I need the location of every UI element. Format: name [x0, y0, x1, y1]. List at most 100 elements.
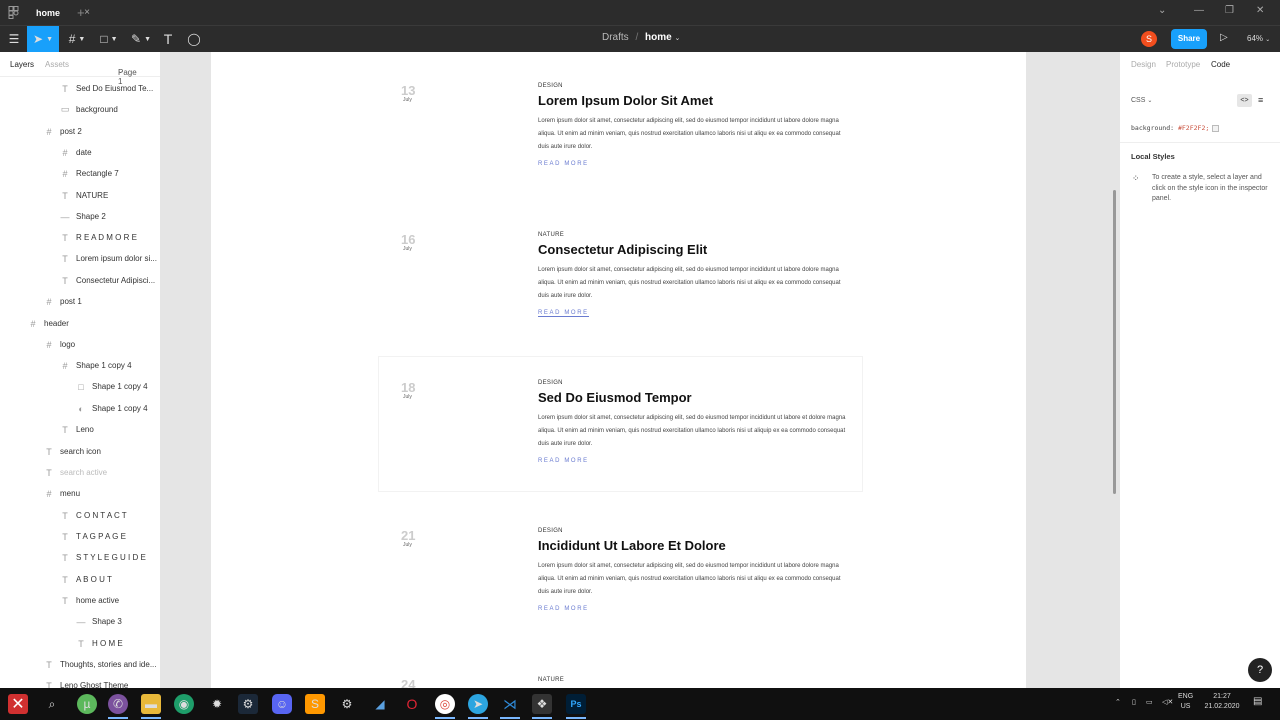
- code-view-icon[interactable]: <>: [1237, 94, 1252, 107]
- file-tab-home[interactable]: home ×: [26, 0, 98, 25]
- network-icon[interactable]: ▭: [1146, 698, 1153, 708]
- volume-muted-icon[interactable]: ◁✕: [1162, 698, 1173, 708]
- restore-icon[interactable]: ❐: [1225, 5, 1234, 16]
- vscode-icon[interactable]: ⋊: [500, 694, 520, 719]
- layer-row[interactable]: # date: [60, 142, 91, 163]
- layer-row[interactable]: Tsearch icon: [44, 441, 101, 462]
- comment-tool-button[interactable]: ◯: [186, 26, 202, 52]
- notification-icon[interactable]: ▤: [1253, 697, 1262, 707]
- installer-icon[interactable]: ◢: [370, 694, 390, 714]
- present-play-icon[interactable]: ▷: [1220, 32, 1228, 43]
- breadcrumb-drafts[interactable]: Drafts: [602, 32, 629, 43]
- tab-layers[interactable]: Layers: [10, 60, 34, 69]
- layer-row[interactable]: T Sed Do Eiusmod Te...: [60, 78, 153, 99]
- layer-row[interactable]: ▭ background: [60, 99, 118, 120]
- layer-row[interactable]: ◐ Shape 1 copy 4: [76, 398, 147, 419]
- viber-icon[interactable]: ✆: [108, 694, 128, 719]
- layer-row[interactable]: T Lorem ipsum dolor si...: [60, 248, 157, 269]
- search-icon[interactable]: ⌕: [42, 694, 62, 714]
- layer-row[interactable]: Tsearch active: [44, 462, 107, 483]
- device-icon[interactable]: ▯: [1132, 698, 1136, 708]
- text-tool-button[interactable]: T: [160, 26, 176, 52]
- layer-row[interactable]: TA B O U T: [60, 569, 112, 590]
- list-view-icon[interactable]: ≡: [1258, 95, 1263, 105]
- new-tab-icon[interactable]: +: [77, 5, 85, 20]
- breadcrumb-file-name[interactable]: home: [645, 32, 672, 43]
- text-icon: T: [62, 552, 68, 563]
- layer-row[interactable]: TH O M E: [76, 633, 122, 654]
- layer-row[interactable]: TS T Y L E G U I D E: [60, 547, 146, 568]
- main-menu-icon[interactable]: ☰: [6, 26, 22, 52]
- read-more-link[interactable]: READ MORE: [538, 606, 589, 612]
- settings-gear-icon[interactable]: ⚙: [337, 694, 357, 714]
- read-more-link[interactable]: READ MORE: [538, 458, 589, 464]
- text-icon: T: [62, 574, 68, 585]
- layer-row[interactable]: T Leno: [60, 419, 94, 440]
- read-more-link[interactable]: READ MORE: [538, 161, 589, 167]
- chevron-down-icon[interactable]: ⌄: [1158, 5, 1166, 16]
- sublime-text-icon[interactable]: S: [305, 694, 325, 714]
- layer-row[interactable]: # logo: [44, 334, 75, 355]
- layer-row[interactable]: # post 2: [44, 121, 81, 142]
- start-app-icon[interactable]: ✕: [8, 694, 28, 714]
- discord-icon[interactable]: ☺: [272, 694, 292, 714]
- layer-label: Consectetur Adipisci...: [76, 276, 156, 285]
- chevron-up-icon[interactable]: ⌃: [1115, 698, 1121, 708]
- code-language-dropdown[interactable]: CSS ⌄: [1131, 97, 1152, 104]
- figma-logo-icon[interactable]: [8, 6, 20, 19]
- close-tab-icon[interactable]: ×: [84, 7, 90, 18]
- clock[interactable]: 21:27 21.02.2020: [1202, 692, 1242, 712]
- layer-row[interactable]: T Consectetur Adipisci...: [60, 270, 155, 291]
- vpn-icon[interactable]: ◉: [174, 694, 194, 714]
- layer-row[interactable]: — Shape 3: [76, 611, 122, 632]
- zoom-dropdown[interactable]: 64% ⌄: [1247, 34, 1270, 43]
- keyboard-layout: US: [1180, 703, 1191, 710]
- read-more-link[interactable]: READ MORE: [538, 310, 589, 317]
- layer-row[interactable]: TC O N T A C T: [60, 505, 126, 526]
- tab-design[interactable]: Design: [1131, 60, 1156, 69]
- layer-row[interactable]: T NATURE: [60, 185, 108, 206]
- canvas-vertical-scrollbar[interactable]: [1111, 52, 1119, 688]
- tab-prototype[interactable]: Prototype: [1166, 60, 1200, 69]
- layer-row[interactable]: # header: [28, 313, 68, 334]
- layer-row[interactable]: # post 1: [44, 291, 81, 312]
- layer-row[interactable]: □ Shape 1 copy 4: [76, 376, 147, 397]
- steam-icon[interactable]: ⚙: [238, 694, 258, 714]
- layer-row[interactable]: Thome active: [60, 590, 119, 611]
- tab-assets[interactable]: Assets: [45, 60, 69, 69]
- layer-row[interactable]: # Rectangle 7: [60, 163, 119, 184]
- file-explorer-icon[interactable]: ▬: [141, 694, 161, 719]
- scrollbar-thumb[interactable]: [1113, 190, 1116, 494]
- tab-code[interactable]: Code: [1211, 60, 1230, 69]
- share-button[interactable]: Share: [1171, 29, 1207, 49]
- avatar[interactable]: S: [1141, 31, 1157, 47]
- minimize-icon[interactable]: —: [1194, 5, 1204, 16]
- spider-app-icon[interactable]: ✹: [207, 694, 227, 714]
- layer-row[interactable]: # Shape 1 copy 4: [60, 355, 131, 376]
- photoshop-icon[interactable]: Ps: [566, 694, 586, 719]
- canvas[interactable]: 13 July DESIGN Lorem Ipsum Dolor Sit Amet Lo…: [161, 52, 1119, 688]
- help-button[interactable]: ?: [1248, 658, 1272, 682]
- chevron-down-icon: ▼: [46, 35, 53, 43]
- layer-label: Rectangle 7: [76, 169, 119, 178]
- layer-row[interactable]: T Thoughts, stories and ide...: [44, 654, 156, 675]
- chevron-down-icon[interactable]: ⌄: [674, 35, 680, 42]
- layer-row[interactable]: # menu: [44, 483, 80, 504]
- language-indicator[interactable]: ENG US: [1178, 692, 1193, 712]
- pen-tool-button[interactable]: ✎ ▼: [128, 26, 154, 52]
- layer-row[interactable]: TR E A D M O R E: [60, 227, 137, 248]
- home-frame[interactable]: 13 July DESIGN Lorem Ipsum Dolor Sit Amet Lo…: [211, 52, 1026, 688]
- frame-tool-button[interactable]: # ▼: [64, 26, 90, 52]
- figma-taskbar-icon[interactable]: ❖: [532, 694, 552, 719]
- close-window-icon[interactable]: ✕: [1256, 5, 1264, 16]
- opera-icon[interactable]: O: [402, 694, 422, 714]
- telegram-icon[interactable]: ➤: [468, 694, 488, 719]
- layer-row[interactable]: TT A G P A G E: [60, 526, 126, 547]
- chrome-icon[interactable]: ◎: [435, 694, 455, 719]
- move-tool-button[interactable]: ➤ ▼: [27, 26, 59, 52]
- layer-row[interactable]: — Shape 2: [60, 206, 106, 227]
- utorrent-icon[interactable]: µ: [77, 694, 97, 714]
- layer-row[interactable]: T Leno Ghost Theme: [44, 675, 128, 689]
- css-code-line[interactable]: background: #F2F2F2;: [1131, 124, 1220, 132]
- shape-tool-button[interactable]: □ ▼: [96, 26, 122, 52]
